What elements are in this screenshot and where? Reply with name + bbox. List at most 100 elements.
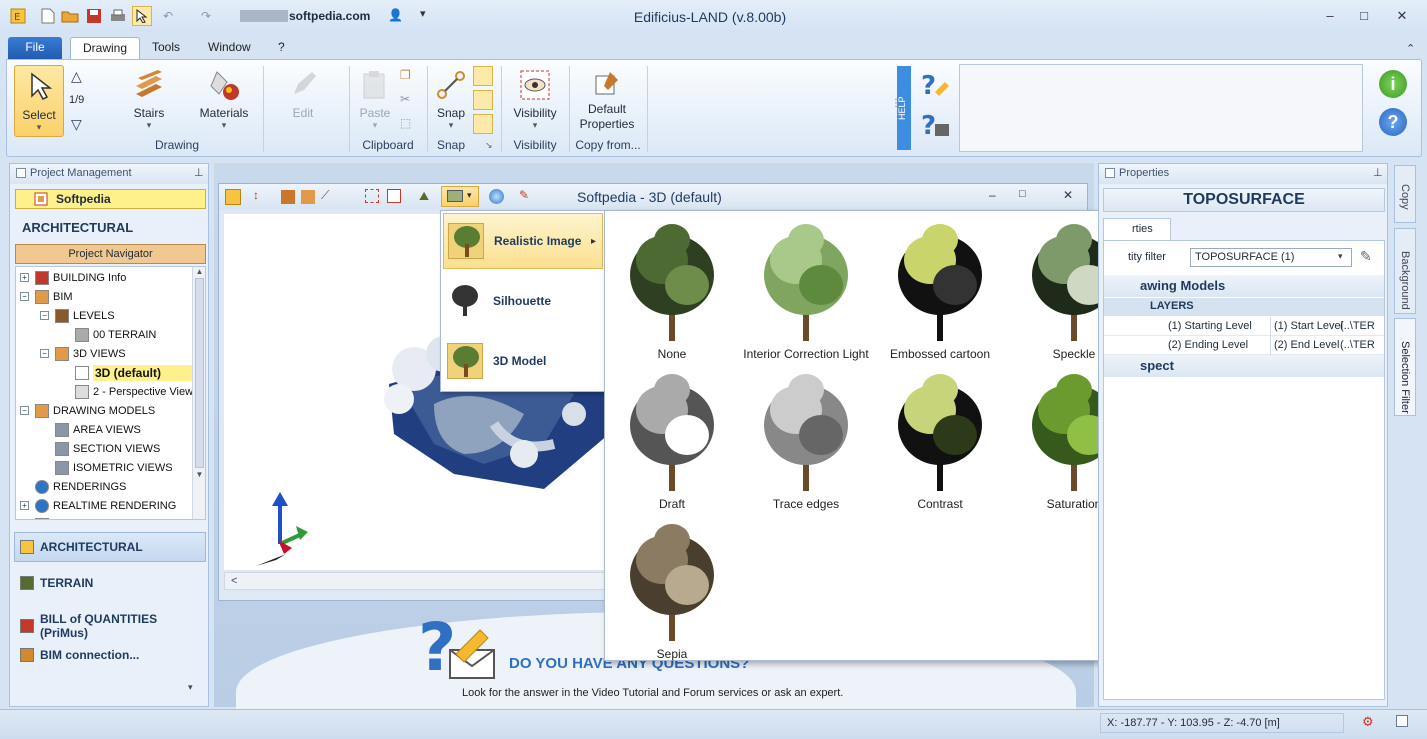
view-close-button[interactable]: ✕ [1063,188,1073,202]
tab-file[interactable]: File [8,37,62,60]
edit-button[interactable]: Edit [275,68,331,120]
close-button[interactable]: ✕ [1390,8,1414,26]
scroll-thumb[interactable] [195,278,204,468]
snap-grid-icon[interactable] [473,114,493,134]
tree-item[interactable]: − 3D VIEWS [20,344,205,363]
zoom-extents-icon[interactable] [387,189,401,203]
style-thumbnail[interactable]: Trace edges [743,363,869,511]
stairs-button[interactable]: Stairs ▾ [119,68,179,131]
tree-item[interactable]: +CATALOGUE [20,515,205,519]
level-up-icon[interactable]: △ [71,68,82,85]
tree-item[interactable]: − BIM [20,287,205,306]
help-tab[interactable]: HELP [897,66,911,150]
ribbon-collapse-icon[interactable]: ⌃ [1406,42,1415,55]
redo-icon[interactable]: ↷ [196,6,216,26]
maximize-button[interactable]: □ [1352,8,1376,26]
tab-tools[interactable]: Tools [140,37,192,60]
copy-icon[interactable]: ❐ [400,68,411,82]
properties-pin-icon[interactable]: ⊥ [1373,166,1383,179]
new-file-icon[interactable] [38,6,58,26]
shade-icon[interactable] [301,190,315,204]
level-down-icon[interactable]: ▽ [71,116,82,133]
properties-tab[interactable]: rties [1103,218,1171,240]
style-thumbnail[interactable]: Contrast [877,363,1003,511]
entity-filter-dropdown-icon[interactable]: ▾ [1338,251,1343,262]
dimension-icon[interactable]: ↕ [253,188,259,202]
select-button[interactable]: Select ▾ [14,65,64,137]
module-item[interactable]: BIM connection... [20,648,139,662]
expand-toggle-icon[interactable]: − [40,349,49,358]
tree-item[interactable]: + BUILDING Info [20,268,205,287]
tree-item[interactable]: SECTION VIEWS [20,439,205,458]
undo-icon[interactable]: ↶ [158,6,178,26]
view-minimize-button[interactable]: ‒ [989,188,996,202]
zoom-window-icon[interactable] [365,189,379,203]
print-icon[interactable] [108,6,128,26]
scroll-left-icon[interactable]: < [225,575,237,587]
render-menu-item[interactable]: Silhouette [443,273,603,329]
module-item[interactable]: TERRAIN [20,576,93,590]
status-window-icon[interactable] [1396,715,1408,727]
paste-button[interactable]: Paste ▾ [355,68,395,131]
tree-scrollbar[interactable]: ▲ ▼ [192,267,205,519]
tab-window[interactable]: Window [196,37,263,60]
status-settings-icon[interactable]: ⚙ [1362,714,1374,730]
side-tab-copy[interactable]: Copy [1394,165,1416,223]
tree-item[interactable]: 00 TERRAIN [20,325,205,344]
tree-item[interactable]: 3D (default) [20,363,205,382]
globe-icon[interactable] [489,189,504,204]
section-aspect[interactable]: spect [1104,355,1384,377]
expand-toggle-icon[interactable]: + [20,501,29,510]
layers-header[interactable]: LAYERS [1104,298,1384,316]
visibility-button[interactable]: Visibility ▾ [507,68,563,131]
side-tab-selection-filter[interactable]: Selection Filter [1394,318,1416,416]
materials-button[interactable]: Materials ▾ [193,68,255,131]
cut-icon[interactable]: ✂ [400,92,410,106]
tree-item[interactable]: ISOMETRIC VIEWS [20,458,205,477]
modules-more-icon[interactable]: ▾ [188,682,193,693]
property-row[interactable]: (2) Ending Level (2) End Level (..\TER [1104,336,1384,355]
module-item[interactable]: BILL of QUANTITIES (PriMus) [20,612,208,640]
section-drawing-models[interactable]: awing Models [1104,275,1384,297]
entity-filter-select[interactable]: TOPOSURFACE (1) [1190,248,1352,267]
style-thumbnail[interactable]: None [609,213,735,361]
scroll-down-icon[interactable]: ▼ [193,470,205,479]
style-thumbnail[interactable]: Draft [609,363,735,511]
snap-midpoint-icon[interactable] [473,90,493,110]
render-menu-item[interactable]: 3D Model [443,333,603,389]
side-tab-background[interactable]: Background [1394,228,1416,314]
project-navigator-tab[interactable]: Project Navigator [15,244,206,264]
minimize-button[interactable]: ‒ [1318,8,1342,26]
style-thumbnail[interactable]: Interior Correction Light [743,213,869,361]
open-folder-icon[interactable] [60,6,80,26]
default-properties-button[interactable]: Default Properties [573,68,641,132]
scroll-up-icon[interactable]: ▲ [193,267,205,276]
save-icon[interactable] [84,6,104,26]
tree-item[interactable]: + REALTIME RENDERING [20,496,205,515]
expand-toggle-icon[interactable]: − [40,311,49,320]
paint-icon[interactable]: ✎ [519,188,529,202]
hatch-icon[interactable] [281,190,295,204]
help-question-icon[interactable]: ? [919,68,953,105]
property-row[interactable]: (1) Starting Level (1) Start Level (..\TER [1104,317,1384,336]
info-icon[interactable]: i [1379,70,1407,98]
tab-drawing[interactable]: Drawing [70,37,141,60]
roof-icon[interactable]: ⟋ [321,188,329,203]
module-item[interactable]: ARCHITECTURAL [20,540,143,554]
snap-button[interactable]: Snap ▾ [431,68,471,131]
question-icon[interactable]: ? [1379,108,1407,136]
view-logo-icon[interactable] [225,189,241,205]
tab-help[interactable]: ? [266,37,297,60]
select-arrow-icon[interactable] [132,6,152,26]
render-menu-item[interactable]: Realistic Image ▸ [443,213,603,269]
pin-icon[interactable]: ⊥ [194,166,204,179]
tree-item[interactable]: − DRAWING MODELS [20,401,205,420]
copy-format-icon[interactable]: ⬚ [400,116,411,130]
app-logo-icon[interactable]: E [8,6,28,26]
snap-endpoint-icon[interactable] [473,66,493,86]
style-thumbnail[interactable]: Sepia [609,513,735,661]
help-video-icon[interactable]: ? [919,108,953,145]
expand-toggle-icon[interactable]: + [20,273,29,282]
user-icon[interactable]: 👤 [388,8,403,22]
expand-toggle-icon[interactable]: − [20,406,29,415]
